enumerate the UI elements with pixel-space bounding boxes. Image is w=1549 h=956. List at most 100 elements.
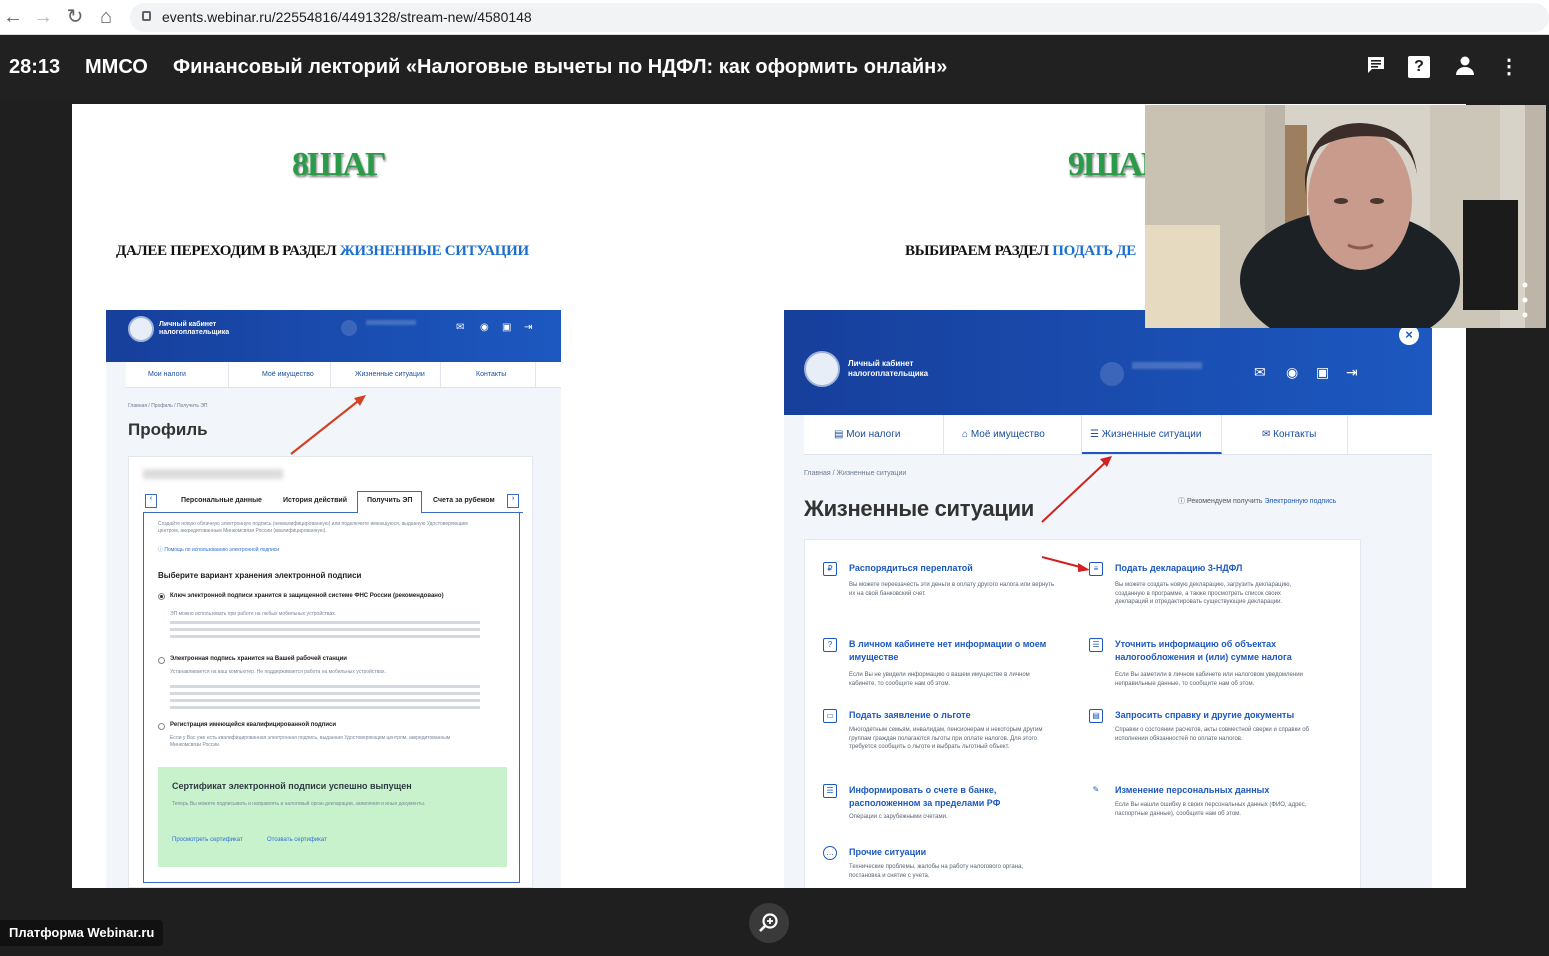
nalog-nav: Мои налоги Моё имущество Жизненные ситуа… [126, 362, 561, 388]
nav-my-property: ⌂ Моё имущество [962, 429, 1045, 440]
house-icon: ⌂ [962, 429, 971, 440]
option-2-title: Электронная подпись хранится на Вашей ра… [170, 656, 347, 662]
zoom-in-icon[interactable] [749, 903, 789, 943]
overpayment-icon: ₽ [823, 562, 837, 576]
header-line2: налогоплательщика [159, 329, 230, 336]
nav-contacts: ✉ Контакты [1262, 429, 1316, 440]
logout-icon: ⇥ [1346, 364, 1358, 380]
benefit-icon: ▭ [823, 709, 837, 723]
header-line2: налогоплательщика [848, 369, 929, 378]
more-vertical-icon[interactable]: ⋮ [1496, 54, 1522, 80]
option-3-title: Регистрация имеющейся квалифицированной … [170, 722, 337, 728]
nav-label: Моё имущество [970, 429, 1045, 440]
page-title: Жизненные ситуации [804, 496, 1035, 521]
event-title: Финансовый лекторий «Налоговые вычеты по… [173, 56, 948, 78]
briefcase-icon: ▣ [1316, 364, 1330, 380]
url-text: events.webinar.ru/22554816/4491328/strea… [162, 9, 532, 25]
back-arrow-icon[interactable]: ← [0, 4, 26, 30]
nav-contacts: Контакты [476, 371, 507, 378]
situation-title: Уточнить информацию об объектах налогооб… [1115, 639, 1292, 662]
chat-icon[interactable] [1364, 54, 1390, 80]
help-link: ⓘ Помощь по использованию электронной по… [158, 547, 280, 553]
reload-icon[interactable]: ↻ [62, 4, 88, 30]
speaker-video[interactable] [1145, 105, 1546, 328]
nav-my-taxes: ▤ Мои налоги [834, 429, 900, 440]
radio-option-3 [158, 723, 165, 730]
wallet-icon: ▤ [834, 429, 847, 440]
organizer-name: ММСО [85, 56, 148, 78]
right-screenshot: Личный кабинет налогоплательщика ✉ ◉ ▣ ⇥ … [784, 310, 1432, 888]
situation-title: Изменение персональных данных [1115, 785, 1270, 795]
cert-title: Сертификат электронной подписи успешно в… [172, 781, 412, 791]
timer: 28:13 [9, 56, 61, 78]
mail-icon: ✉ [1254, 364, 1266, 380]
view-cert-link: Просмотреть сертификат [172, 837, 243, 843]
cert-note: Теперь Вы можете подписывать и направлят… [172, 801, 426, 807]
option-1-title: Ключ электронной подписи хранится в защи… [170, 593, 444, 599]
nav-my-property: Моё имущество [262, 371, 314, 378]
webinar-topbar: 28:13 ММСО Финансовый лекторий «Налоговы… [0, 36, 1549, 100]
home-icon[interactable]: ⌂ [93, 4, 119, 30]
recommend-hint: ⓘ Рекомендуем получить Электронную подпи… [1178, 498, 1337, 505]
nav-life-situations: Жизненные ситуации [355, 371, 425, 378]
lock-icon [142, 11, 151, 21]
option-2-text: Устанавливается на ваш компьютер. Не под… [170, 669, 386, 675]
document-icon: ▤ [1089, 709, 1103, 723]
cert-success-panel: Сертификат электронной подписи успешно в… [158, 767, 507, 867]
avatar [1100, 362, 1124, 386]
platform-badge[interactable]: Платформа Webinar.ru [0, 920, 164, 946]
nav-my-taxes: Мои налоги [148, 371, 186, 378]
tab-personal: Персональные данные [181, 497, 262, 504]
fns-emblem-icon [804, 351, 840, 387]
tabs-row: ‹ Персональные данные История действий П… [143, 491, 523, 513]
user-icon[interactable] [1452, 54, 1478, 80]
situation-title: Распорядиться переплатой [849, 563, 973, 573]
situation-title: Подать декларацию 3-НДФЛ [1115, 563, 1243, 573]
option-3-text: Если у Вас уже есть квалифицированная эл… [170, 735, 451, 748]
nalog-header-title: Личный кабинет налогоплательщика [848, 359, 928, 379]
situation-title: Подать заявление о льготе [849, 710, 971, 720]
logout-icon: ⇥ [524, 322, 533, 333]
situation-text: Технические проблемы, жалобы на работу н… [849, 864, 1023, 879]
subtitle-link: ПОДАТЬ ДЕ [1052, 243, 1136, 259]
nav-label: Мои налоги [846, 429, 901, 440]
situation-text: Вы можете создать новую декларацию, загр… [1115, 582, 1292, 605]
contacts-icon: ✉ [1262, 429, 1274, 440]
situation-text: Операции с зарубежными счетами. [849, 814, 948, 820]
chevron-left-icon: ‹ [145, 494, 157, 508]
step-9-subtitle: ВЫБИРАЕМ РАЗДЕЛ ПОДАТЬ ДЕ [905, 243, 1136, 260]
eye-icon: ◉ [480, 322, 489, 333]
left-screenshot: Личный кабинет налогоплательщика ✉ ◉ ▣ ⇥ … [106, 310, 561, 888]
red-arrow [1041, 456, 1112, 523]
nalog-nav: ▤ Мои налоги ⌂ Моё имущество ☰ Жизненные… [804, 415, 1432, 455]
intro-text: Создайте новую облачную электронную подп… [158, 521, 468, 534]
situation-title: Запросить справку и другие документы [1115, 710, 1295, 720]
profile-card: ‹ Персональные данные История действий П… [128, 456, 533, 888]
question-icon: ? [823, 638, 837, 652]
situation-title: Прочие ситуации [849, 847, 927, 857]
breadcrumb: Главная / Жизненные ситуации [804, 470, 907, 477]
option-2-note [170, 685, 480, 709]
radio-option-2 [158, 657, 165, 664]
nav-label: Контакты [1273, 429, 1317, 440]
situation-text: Многодетным семьям, инвалидам, пенсионер… [849, 727, 1043, 750]
mail-icon: ✉ [456, 322, 465, 333]
briefcase-icon: ▣ [502, 322, 512, 333]
blurred-name [366, 320, 416, 325]
revoke-cert-link: Отозвать сертификат [267, 837, 327, 843]
tab-content: Создайте новую облачную электронную подп… [143, 513, 520, 883]
browser-toolbar: ← → ↻ ⌂ events.webinar.ru/22554816/44913… [0, 0, 1549, 35]
forward-arrow-icon[interactable]: → [30, 4, 56, 30]
section-title: Выберите вариант хранения электронной по… [158, 571, 362, 580]
hint-text: Рекомендуем получить [1186, 498, 1265, 505]
help-link-label: Помощь по использованию электронной подп… [164, 547, 280, 553]
nalog-header-title: Личный кабинет налогоплательщика [159, 321, 229, 337]
address-bar[interactable]: events.webinar.ru/22554816/4491328/strea… [130, 3, 1549, 32]
situation-text: Вы можете переезачесть эти деньги в опла… [849, 582, 1055, 597]
help-icon[interactable]: ? [1408, 56, 1430, 78]
breadcrumb: Главная / Профиль / Получить ЭП [128, 403, 208, 409]
nav-label: Жизненные ситуации [1101, 429, 1202, 440]
nav-life-situations: ☰ Жизненные ситуации [1090, 429, 1201, 440]
nalog-header: Личный кабинет налогоплательщика ✉ ◉ ▣ ⇥ [106, 310, 561, 362]
webinar-page: ← → ↻ ⌂ events.webinar.ru/22554816/44913… [0, 0, 1549, 956]
